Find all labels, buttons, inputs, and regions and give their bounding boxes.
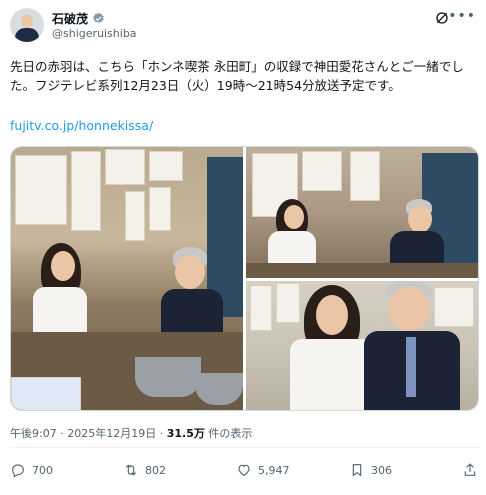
verified-badge-icon (93, 12, 104, 23)
wall-menu (71, 151, 101, 231)
man-face (388, 287, 430, 331)
reply-count: 700 (32, 463, 53, 477)
woman-face (316, 295, 348, 335)
bookmark-icon (352, 464, 362, 477)
man-face (175, 255, 205, 289)
divider (10, 447, 480, 448)
wall-menu (125, 191, 145, 241)
cooking-pot (135, 357, 201, 397)
wall-menu (149, 187, 171, 231)
post-link[interactable]: fujitv.co.jp/honnekissa/ (10, 118, 153, 133)
display-name[interactable]: 石破茂 (52, 10, 88, 27)
like-button[interactable]: 5,947 (236, 462, 290, 478)
repost-icon (125, 464, 137, 476)
wall-menu (15, 155, 67, 225)
reply-icon (12, 464, 24, 478)
wall-menu (105, 149, 145, 185)
woman-face (284, 205, 304, 229)
meta-separator: · (60, 427, 64, 440)
photo-left[interactable] (11, 147, 243, 410)
glass-rack (11, 377, 81, 410)
user-handle[interactable]: @shigeruishiba (52, 27, 137, 40)
post-meta: 午後9:07 · 2025年12月19日 · 31.5万 件の表示 (10, 425, 252, 441)
wall-menu (250, 285, 272, 331)
meta-separator: · (159, 427, 164, 440)
bookmark-count: 306 (371, 463, 392, 477)
avatar-suit (15, 28, 39, 42)
post-text: 先日の赤羽は、こちら「ホンネ喫茶 永田町」の収録で神田愛花さんとご一緒でした。フ… (10, 59, 464, 93)
photo-top-right[interactable] (246, 147, 478, 278)
repost-button[interactable]: 802 (123, 462, 166, 478)
man-tie (406, 337, 416, 397)
like-count: 5,947 (258, 463, 290, 477)
bookmark-button[interactable]: 306 (349, 462, 392, 478)
photo-bottom-right[interactable] (246, 281, 478, 410)
wall-menu (149, 151, 183, 181)
woman-face (51, 251, 75, 281)
wall-menu (302, 151, 342, 191)
woman-blouse (33, 287, 87, 337)
heart-icon (238, 464, 250, 476)
wall-menu (350, 151, 380, 201)
avatar-head (21, 14, 33, 28)
post-date[interactable]: 2025年12月19日 (67, 427, 156, 440)
views-count: 31.5万 (166, 427, 205, 440)
cooking-pot (195, 373, 243, 405)
post-header: 石破茂 @shigeruishiba ••• (10, 8, 480, 44)
views-label: 件の表示 (208, 427, 253, 440)
man-face (408, 205, 432, 233)
post-time[interactable]: 午後9:07 (10, 427, 57, 440)
repost-count: 802 (145, 463, 166, 477)
avatar[interactable] (10, 8, 44, 42)
more-options-icon[interactable]: ••• (448, 8, 476, 24)
action-bar: 700 802 5,947 306 (10, 462, 480, 486)
wall-menu (434, 287, 474, 327)
share-icon[interactable] (462, 462, 478, 478)
wall-menu (276, 283, 300, 323)
media-grid (10, 146, 479, 411)
reply-button[interactable]: 700 (10, 462, 53, 478)
counter (246, 263, 478, 278)
name-row: 石破茂 (52, 10, 105, 27)
